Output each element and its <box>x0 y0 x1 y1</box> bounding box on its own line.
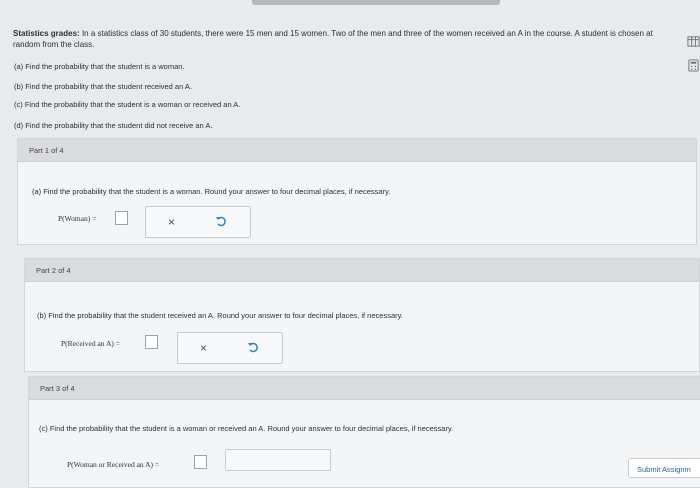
part-1-panel: Part 1 of 4 (a) Find the probability tha… <box>17 138 697 245</box>
part-1-answer-label: P(Woman) = <box>58 214 97 223</box>
submit-assignment-button[interactable]: Submit Assignm <box>628 458 700 478</box>
part-2-answer-label: P(Received an A) = <box>61 339 121 348</box>
part-2-clear-button[interactable]: × <box>200 341 207 355</box>
problem-text: In a statistics class of 30 students, th… <box>13 29 653 49</box>
part-3-header[interactable]: Part 3 of 4 <box>29 377 700 400</box>
problem-statement: Statistics grades: In a statistics class… <box>13 28 678 50</box>
part-1-answer-input[interactable] <box>115 211 128 225</box>
question-d: (d) Find the probability that the studen… <box>14 121 213 130</box>
top-scroll-indicator <box>252 0 500 5</box>
part-2-question: (b) Find the probability that the studen… <box>37 311 403 320</box>
part-1-title: Part 1 of 4 <box>29 146 64 155</box>
problem-lead: Statistics grades: <box>13 29 80 38</box>
part-2-title: Part 2 of 4 <box>36 266 71 275</box>
part-1-header[interactable]: Part 1 of 4 <box>18 139 696 162</box>
question-c: (c) Find the probability that the studen… <box>14 100 241 109</box>
part-1-clear-button[interactable]: × <box>168 215 175 229</box>
part-2-answer-input[interactable] <box>145 335 158 349</box>
part-3-actions <box>225 449 331 471</box>
data-table-icon[interactable] <box>686 34 700 48</box>
calculator-icon[interactable] <box>686 58 700 72</box>
part-2-panel: Part 2 of 4 (b) Find the probability tha… <box>24 258 700 372</box>
part-3-answer-input[interactable] <box>194 455 207 469</box>
undo-icon[interactable] <box>246 340 260 354</box>
undo-icon[interactable] <box>214 214 228 228</box>
part-2-actions: × <box>177 332 283 364</box>
part-3-panel: Part 3 of 4 (c) Find the probability tha… <box>28 376 700 488</box>
question-a: (a) Find the probability that the studen… <box>14 62 185 71</box>
part-1-question: (a) Find the probability that the studen… <box>32 187 391 196</box>
part-1-actions: × <box>145 206 251 238</box>
question-b: (b) Find the probability that the studen… <box>14 82 193 91</box>
part-3-answer-label: P(Woman or Received an A) = <box>67 460 160 469</box>
part-3-question: (c) Find the probability that the studen… <box>39 424 454 433</box>
part-2-header[interactable]: Part 2 of 4 <box>25 259 699 282</box>
part-3-title: Part 3 of 4 <box>40 384 75 393</box>
